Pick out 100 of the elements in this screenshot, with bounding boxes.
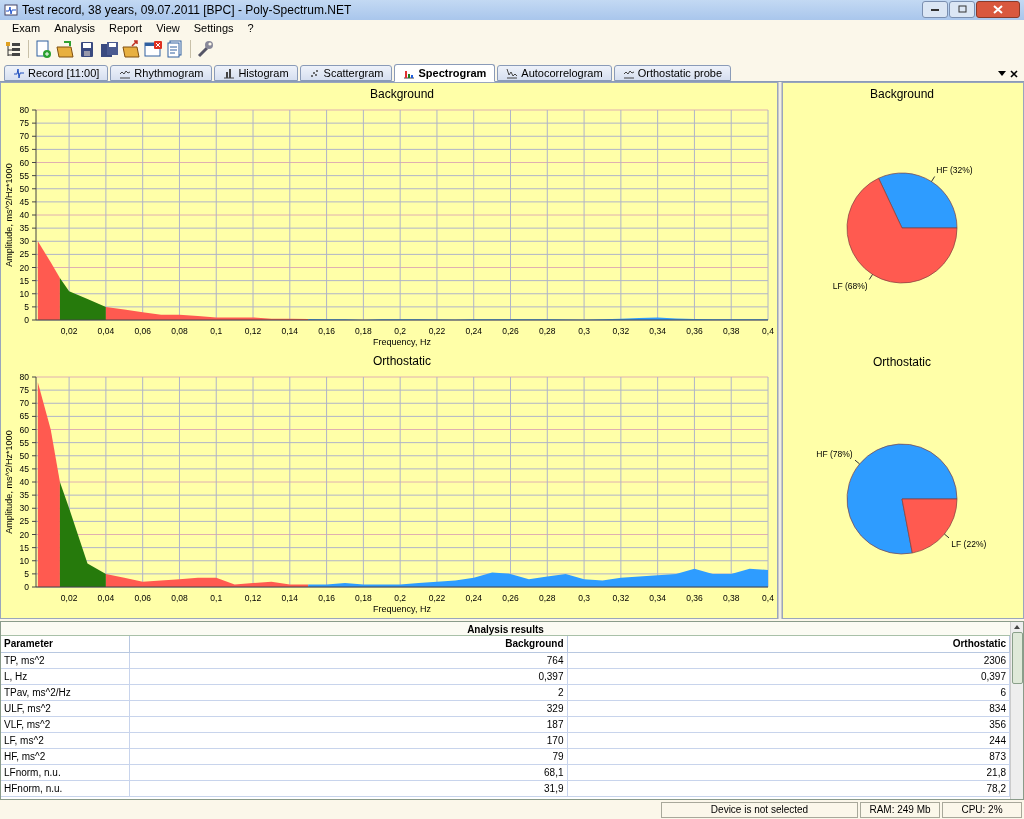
axis-title: Frequency, Hz — [373, 604, 431, 614]
tick-label: 45 — [19, 463, 29, 474]
table-cell: 187 — [129, 716, 567, 732]
table-cell: 6 — [567, 684, 1010, 700]
slice-label: HF (32%) — [936, 164, 973, 175]
tick-label: 0,26 — [502, 326, 519, 336]
tick-label: 60 — [19, 157, 29, 168]
axis-title: Amplitude, ms^2/Hz*1000 — [4, 430, 14, 534]
table-cell: LFnorm, n.u. — [1, 764, 129, 780]
table-cell: 244 — [567, 732, 1010, 748]
tick-label: 0,22 — [428, 326, 446, 336]
tick-label: 35 — [19, 490, 29, 501]
table-cell: HF, ms^2 — [1, 748, 129, 764]
tick-label: 80 — [19, 372, 29, 382]
tick-label: 25 — [19, 516, 29, 527]
table-cell: TP, ms^2 — [1, 652, 129, 668]
tick-label: 0,4 — [762, 593, 774, 603]
tick-label: 0,28 — [539, 326, 556, 336]
tick-label: 10 — [19, 555, 29, 566]
status-field: CPU: 2% — [942, 802, 1022, 818]
tick-label: 60 — [19, 424, 29, 435]
slice-label: HF (78%) — [816, 449, 853, 460]
table-cell: VLF, ms^2 — [1, 716, 129, 732]
tick-label: 5 — [24, 568, 29, 579]
table-cell: 329 — [129, 700, 567, 716]
tick-label: 20 — [19, 529, 29, 540]
tick-label: 25 — [19, 249, 29, 260]
table-cell: 834 — [567, 700, 1010, 716]
tick-label: 0 — [24, 315, 29, 325]
tick-label: 0,08 — [171, 593, 188, 603]
tick-label: 0,26 — [502, 593, 519, 603]
tick-label: 0,34 — [649, 326, 666, 336]
chart-title: Background — [870, 87, 934, 101]
tick-label: 0,16 — [318, 593, 335, 603]
chart-title: Orthostatic — [373, 354, 431, 368]
table-cell: 0,397 — [129, 668, 567, 684]
window-title: Test record, 38 years, 09.07.2011 [BPC] - Poly-Spectrum.NET — [22, 2, 352, 19]
tick-label: 70 — [19, 398, 29, 409]
tick-label: 65 — [19, 144, 29, 155]
axis-title: Amplitude, ms^2/Hz*1000 — [4, 163, 14, 267]
tick-label: 5 — [24, 301, 29, 312]
tick-label: 0,22 — [428, 593, 446, 603]
tick-label: 0,04 — [97, 326, 115, 336]
tick-label: 0,18 — [355, 326, 372, 336]
tick-label: 30 — [19, 503, 29, 514]
tick-label: 0,36 — [686, 593, 703, 603]
slice-label: LF (22%) — [951, 538, 987, 549]
table-cell: 2306 — [567, 652, 1010, 668]
table-cell: 79 — [129, 748, 567, 764]
tick-label: 0,12 — [244, 326, 262, 336]
table-title: Analysis results — [1, 622, 1010, 636]
tick-label: 0,06 — [134, 593, 151, 603]
tick-label: 0,2 — [394, 593, 407, 603]
table-cell: 0,397 — [567, 668, 1010, 684]
tick-label: 0,14 — [281, 326, 299, 336]
table-cell: 873 — [567, 748, 1010, 764]
tick-label: 15 — [19, 275, 29, 286]
tick-label: 0,28 — [539, 593, 556, 603]
tick-label: 0,02 — [60, 593, 78, 603]
tick-label: 0,38 — [722, 593, 740, 603]
tick-label: 0,18 — [355, 593, 372, 603]
tick-label: 70 — [19, 131, 29, 142]
table-cell: TPav, ms^2/Hz — [1, 684, 129, 700]
tick-label: 0 — [24, 582, 29, 592]
tick-label: 0,36 — [686, 326, 703, 336]
tick-label: 0,04 — [97, 593, 115, 603]
tick-label: 0,3 — [578, 593, 590, 603]
tick-label: 65 — [19, 411, 29, 422]
tick-label: 0,02 — [60, 326, 78, 336]
table-cell: 2 — [129, 684, 567, 700]
tick-label: 20 — [19, 262, 29, 273]
status-field: Device is not selected — [661, 802, 858, 818]
axis-title: Frequency, Hz — [373, 337, 431, 347]
tick-label: 55 — [19, 437, 29, 448]
tick-label: 50 — [19, 183, 29, 194]
chart-title: Background — [370, 87, 434, 101]
table-cell: 356 — [567, 716, 1010, 732]
table-cell: 68,1 — [129, 764, 567, 780]
table-cell: 170 — [129, 732, 567, 748]
tick-label: 30 — [19, 236, 29, 247]
tick-label: 0,24 — [465, 593, 482, 603]
tick-label: 55 — [19, 170, 29, 181]
table-cell: HFnorm, n.u. — [1, 780, 129, 796]
tick-label: 0,2 — [394, 326, 407, 336]
tick-label: 0,16 — [318, 326, 335, 336]
tick-label: 40 — [19, 477, 29, 487]
tick-label: 75 — [19, 385, 29, 396]
tick-label: 0,12 — [244, 593, 262, 603]
tick-label: 0,1 — [210, 593, 223, 603]
tick-label: 0,32 — [612, 326, 630, 336]
table-cell: L, Hz — [1, 668, 129, 684]
tick-label: 0,24 — [465, 326, 482, 336]
tick-label: 0,08 — [171, 326, 188, 336]
chart-title: Orthostatic — [873, 355, 931, 369]
tick-label: 75 — [19, 118, 29, 129]
tick-label: 0,34 — [649, 593, 666, 603]
tick-label: 0,4 — [762, 326, 774, 336]
tick-label: 10 — [19, 288, 29, 299]
tick-label: 0,3 — [578, 326, 590, 336]
table-cell: 764 — [129, 652, 567, 668]
